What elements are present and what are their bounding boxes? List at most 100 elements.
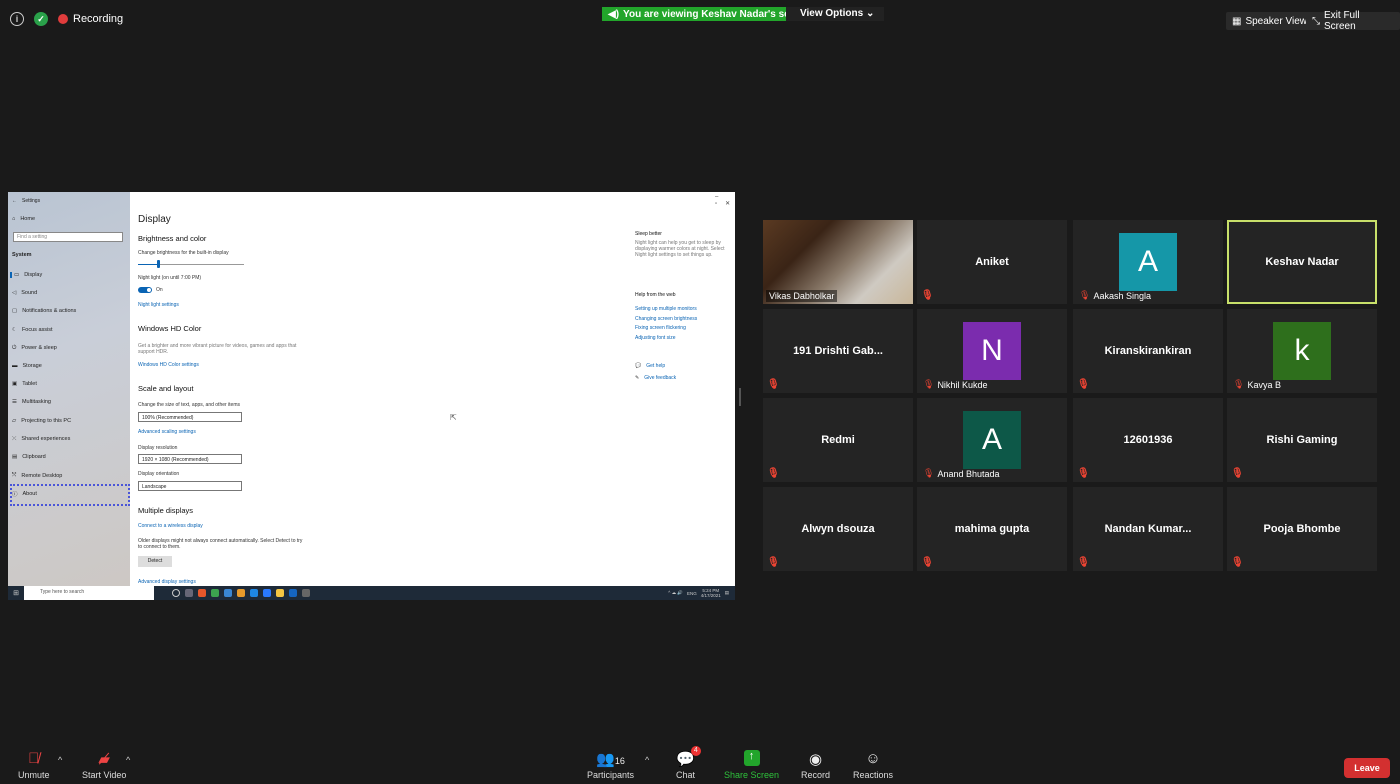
sidebar-item-shared-experiences[interactable]: ⤫ Shared experiences	[12, 436, 70, 443]
muted-mic-icon: 🎙	[1077, 379, 1090, 390]
participant-tile[interactable]: Vikas Dabholkar	[763, 220, 913, 304]
window-controls[interactable]: –▫✕	[715, 194, 735, 207]
cortana-icon[interactable]	[172, 589, 180, 597]
participant-avatar: N	[963, 322, 1021, 380]
sidebar-item-power-sleep[interactable]: ⏻ Power & sleep	[12, 345, 57, 352]
system-tray[interactable]: ^ ☁ 🔊 ENG 5:24 PM 4/17/2021 ▤	[668, 588, 729, 598]
task-view-icon[interactable]	[185, 589, 193, 597]
app-icon[interactable]	[250, 589, 258, 597]
reactions-icon: ☺	[865, 750, 881, 767]
app-icon[interactable]	[198, 589, 206, 597]
shield-icon[interactable]: ✓	[34, 12, 48, 26]
display-icon: ▭	[14, 272, 20, 278]
file-explorer-icon[interactable]	[276, 589, 284, 597]
brightness-slider[interactable]	[138, 260, 244, 268]
focus-assist-icon: ☾	[12, 326, 17, 333]
participant-tile[interactable]: Pooja Bhombe 🎙	[1227, 487, 1377, 571]
participants-button[interactable]: 👥16 Participants	[587, 750, 634, 780]
night-light-toggle[interactable]: On	[138, 287, 163, 293]
orientation-dropdown[interactable]: Landscape	[138, 481, 242, 491]
info-icon[interactable]: i	[10, 12, 24, 26]
help-link[interactable]: Fixing screen flickering	[635, 325, 697, 331]
brightness-slider-thumb[interactable]	[157, 260, 160, 268]
app-icon[interactable]	[263, 589, 271, 597]
unmute-button[interactable]: 🎙̸ Unmute	[18, 750, 50, 780]
record-icon: ◉	[808, 751, 823, 768]
settings-gear-icon[interactable]	[302, 589, 310, 597]
exit-full-screen-button[interactable]: ⤡ Exit Full Screen	[1306, 10, 1400, 32]
detect-button[interactable]: Detect	[138, 556, 172, 567]
notification-icon[interactable]: ▤	[725, 590, 729, 596]
scale-dropdown[interactable]: 100% (Recommended)	[138, 412, 242, 422]
tray-icons: ^ ☁ 🔊	[668, 590, 683, 595]
sidebar-item-home[interactable]: ⌂ Home	[12, 216, 35, 222]
chat-button[interactable]: 💬 4 Chat	[676, 746, 701, 780]
participant-name: Aakash Singla	[1093, 290, 1151, 301]
wireless-display-link[interactable]: Connect to a wireless display	[138, 523, 203, 529]
view-options-button[interactable]: View Options ⌄	[786, 7, 885, 21]
reactions-button[interactable]: ☺ Reactions	[853, 750, 893, 780]
audio-options-chevron-icon[interactable]: ^	[58, 755, 62, 765]
participant-tile[interactable]: Keshav Nadar	[1227, 220, 1377, 304]
sidebar-item-sound[interactable]: ◁ Sound	[12, 290, 37, 296]
sidebar-item-projecting-to-this-pc[interactable]: ▱ Projecting to this PC	[12, 418, 71, 424]
toggle-switch[interactable]	[138, 287, 152, 293]
participant-tile[interactable]: 191 Drishti Gab... 🎙	[763, 309, 913, 393]
help-header: Help from the web	[635, 292, 676, 298]
advanced-display-link[interactable]: Advanced display settings	[138, 579, 196, 585]
sidebar-item-notifications-actions[interactable]: ▢ Notifications & actions	[12, 308, 76, 314]
night-light-label: Night light (on until 7:00 PM)	[138, 275, 202, 281]
help-link[interactable]: Changing screen brightness	[635, 316, 697, 322]
participant-tile[interactable]: Rishi Gaming 🎙	[1227, 398, 1377, 482]
settings-search-input[interactable]: Find a setting	[13, 232, 123, 242]
help-link[interactable]: Adjusting font size	[635, 335, 697, 341]
participant-tile[interactable]: Nandan Kumar... 🎙	[1073, 487, 1223, 571]
hd-color-link[interactable]: Windows HD Color settings	[138, 362, 199, 368]
share-screen-button[interactable]: ↑ Share Screen	[724, 750, 779, 780]
muted-mic-icon: 🎙	[923, 468, 935, 478]
participant-tile[interactable]: mahima gupta 🎙	[917, 487, 1067, 571]
participant-tile[interactable]: Kiranskirankiran 🎙	[1073, 309, 1223, 393]
participant-tile[interactable]: N 🎙 Nikhil Kukde	[917, 309, 1067, 393]
participant-tile[interactable]: k 🎙 Kavya B	[1227, 309, 1377, 393]
video-options-chevron-icon[interactable]: ^	[126, 755, 130, 765]
leave-button[interactable]: Leave	[1344, 758, 1390, 778]
app-icon[interactable]	[224, 589, 232, 597]
storage-icon: ▬	[12, 363, 18, 369]
help-link[interactable]: Setting up multiple monitors	[635, 306, 697, 312]
sidebar-item-remote-desktop[interactable]: ⤲ Remote Desktop	[12, 472, 62, 479]
windows-start-icon[interactable]: ⊞	[8, 589, 24, 597]
participant-tile[interactable]: Aniket 🎙	[917, 220, 1067, 304]
window-title: ← Settings	[12, 198, 41, 204]
resolution-dropdown[interactable]: 1920 × 1080 (Recommended)	[138, 454, 242, 464]
participant-tile[interactable]: A 🎙 Anand Bhutada	[917, 398, 1067, 482]
participant-tile[interactable]: 12601936 🎙	[1073, 398, 1223, 482]
sidebar-item-display[interactable]: ▭ Display	[10, 272, 42, 278]
sidebar-item-multitasking[interactable]: ☰ Multitasking	[12, 399, 51, 405]
participant-tile[interactable]: A 🎙 Aakash Singla	[1073, 220, 1223, 304]
start-video-button[interactable]: ▰̸ Start Video	[82, 750, 126, 780]
app-icon[interactable]	[237, 589, 245, 597]
participants-chevron-icon[interactable]: ^	[645, 755, 649, 765]
back-arrow-icon[interactable]: ←	[12, 198, 17, 204]
give-feedback-link[interactable]: ✎ Give feedback	[635, 375, 676, 381]
get-help-link[interactable]: 💬 Get help	[635, 363, 665, 369]
shared-screen[interactable]: ← Settings ⌂ Home Find a setting System ▭ D…	[8, 192, 735, 600]
sidebar-item-clipboard[interactable]: ▤ Clipboard	[12, 454, 46, 460]
sidebar-item-focus-assist[interactable]: ☾ Focus assist	[12, 327, 53, 333]
sidebar-item-tablet[interactable]: ▣ Tablet	[12, 381, 37, 387]
night-light-settings-link[interactable]: Night light settings	[138, 302, 179, 308]
advanced-scaling-link[interactable]: Advanced scaling settings	[138, 429, 196, 435]
participant-name-tag: 🎙 Nikhil Kukde	[920, 378, 990, 391]
sidebar-item-label: Storage	[22, 363, 42, 369]
sidebar-item-storage[interactable]: ▬ Storage	[12, 363, 42, 369]
chrome-icon[interactable]	[211, 589, 219, 597]
participant-tile[interactable]: Redmi 🎙	[763, 398, 913, 482]
taskbar-search[interactable]: Type here to search	[24, 586, 154, 600]
split-divider[interactable]	[739, 388, 741, 406]
speaker-view-button[interactable]: ▦ Speaker View	[1226, 12, 1313, 30]
app-icon[interactable]	[289, 589, 297, 597]
recording-indicator[interactable]: Recording	[58, 13, 123, 25]
record-button[interactable]: ◉ Record	[801, 750, 830, 780]
participant-tile[interactable]: Alwyn dsouza 🎙	[763, 487, 913, 571]
